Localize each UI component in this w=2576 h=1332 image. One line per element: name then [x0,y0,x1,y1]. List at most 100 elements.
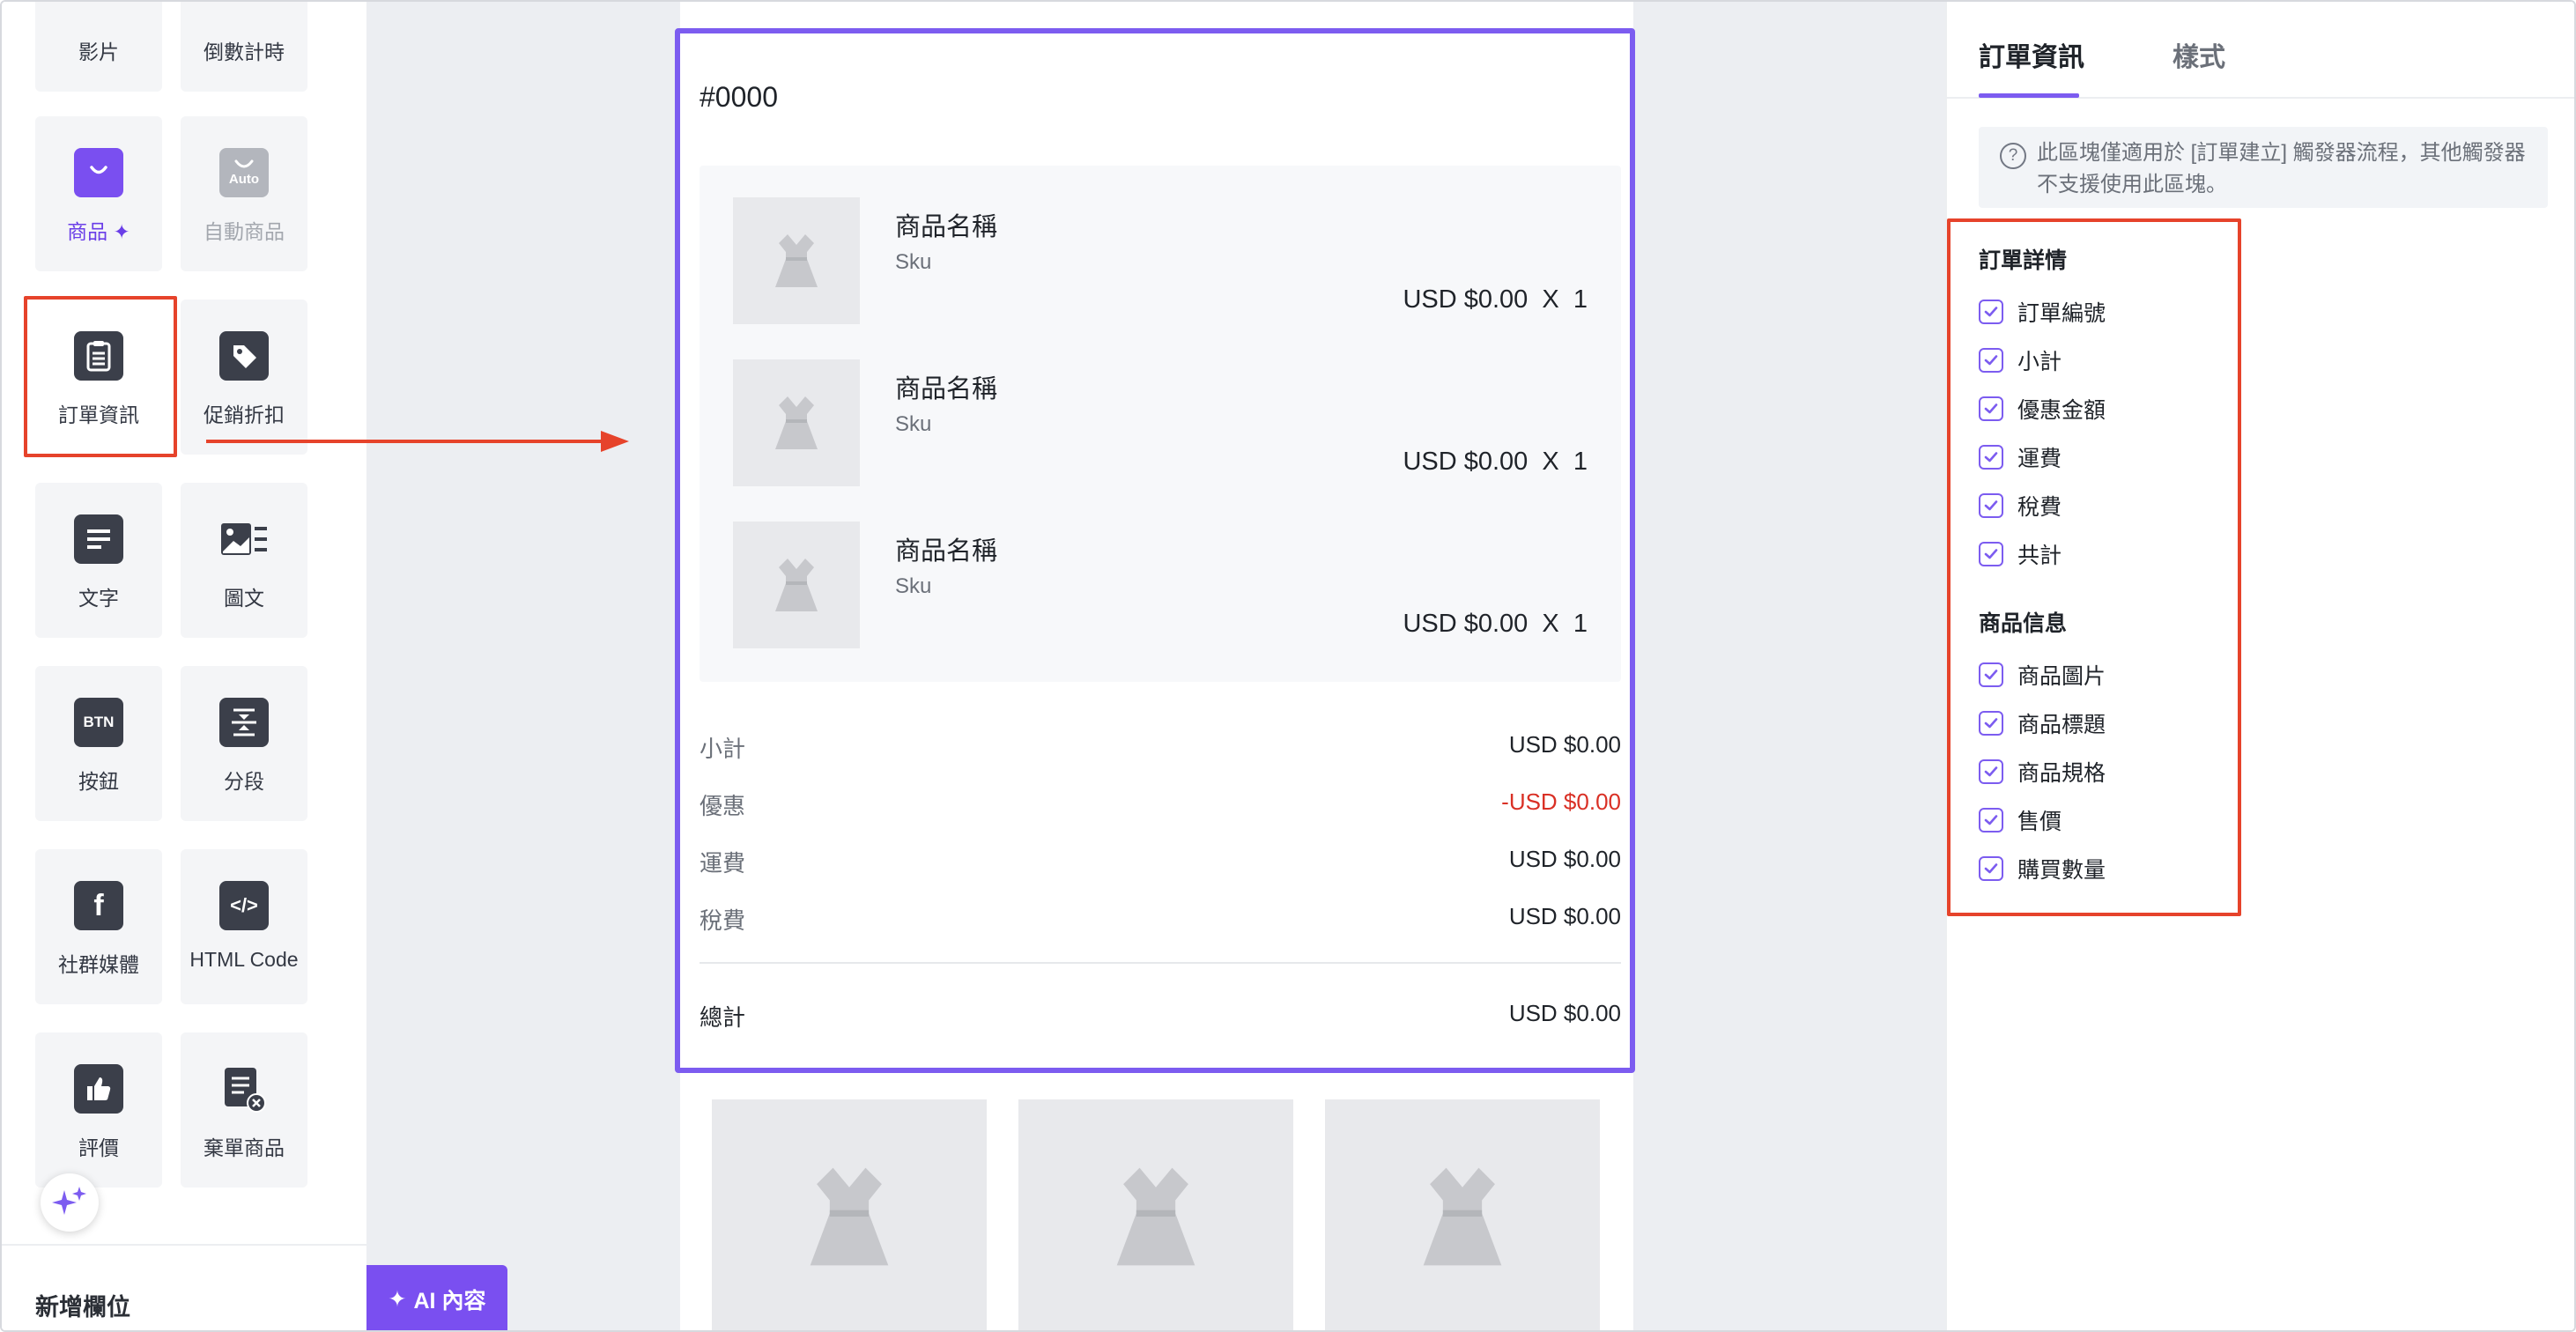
tile-button[interactable]: BTN 按鈕 [35,666,162,821]
auto-product-icon: Auto [219,148,269,197]
checkbox-checked[interactable] [1979,396,2003,421]
item-name: 商品名稱 [895,375,998,403]
option-shipping[interactable]: 運費 [1979,441,2062,473]
check-icon [1984,766,1998,777]
option-subtotal[interactable]: 小計 [1979,344,2062,376]
tile-label: 促銷折扣 [204,403,285,426]
highlight-box-order-info [24,296,177,457]
sparkle-icon [52,1187,86,1215]
summary-shipping: 運費 USD $0.00 [700,846,1621,881]
tile-label: 商品 ✦ [67,220,130,243]
tab-order-info[interactable]: 訂單資訊 [1979,35,2084,74]
checkbox-checked[interactable] [1979,445,2003,470]
tile-text[interactable]: 文字 [35,483,162,638]
check-icon [1984,815,1998,825]
dress-icon [1423,1167,1502,1266]
checkbox-checked[interactable] [1979,542,2003,566]
tile-social[interactable]: f 社群媒體 [35,849,162,1004]
option-sale-price[interactable]: 售價 [1979,804,2062,836]
tax-label: 稅費 [700,907,746,934]
check-icon [1984,403,1998,414]
item-sku: Sku [895,412,932,436]
dress-icon [775,559,818,611]
checkbox-checked[interactable] [1979,759,2003,784]
option-order-number[interactable]: 訂單編號 [1979,296,2106,328]
option-label: 購買數量 [2017,858,2106,883]
order-item: 商品名稱 Sku USD $0.00 X 1 [700,197,1621,359]
tile-video[interactable]: 影片 [35,2,162,92]
option-tax[interactable]: 稅費 [1979,490,2062,522]
tile-label: 圖文 [224,587,264,610]
option-quantity[interactable]: 購買數量 [1979,853,2106,884]
tile-countdown[interactable]: 倒數計時 [181,2,307,92]
summary-subtotal: 小計 USD $0.00 [700,731,1621,766]
block-palette: 影片 倒數計時 商品 ✦ Auto 自動商品 訂單資訊 促銷折扣 文字 圖文 B… [2,2,366,1330]
checkbox-checked[interactable] [1979,711,2003,736]
abandoned-list-icon [219,1064,269,1114]
tile-label: 分段 [224,770,264,793]
option-discount-amount[interactable]: 優惠金額 [1979,393,2106,425]
product-card [1325,1099,1600,1330]
check-icon [1984,670,1998,680]
tab-style[interactable]: 樣式 [2173,35,2225,74]
order-info-block[interactable]: #0000 商品名稱 Sku USD $0.00 X 1 商品名稱 Sku US… [675,28,1635,1073]
subtotal-value: USD $0.00 [1508,731,1621,758]
checkbox-checked[interactable] [1979,856,2003,881]
info-notice: ? 此區塊僅適用於 [訂單建立] 觸發器流程，其他觸發器不支援使用此區塊。 [1979,127,2548,208]
option-label: 商品規格 [2017,761,2106,786]
notice-text: 此區塊僅適用於 [訂單建立] 觸發器流程，其他觸發器不支援使用此區塊。 [2037,141,2526,196]
tile-abandoned-cart[interactable]: 棄單商品 [181,1032,307,1188]
option-label: 售價 [2017,810,2062,834]
option-label: 小計 [2017,350,2062,374]
option-product-image[interactable]: 商品圖片 [1979,659,2106,691]
item-sku: Sku [895,574,932,598]
discount-value: -USD $0.00 [1501,788,1621,815]
order-item: 商品名稱 Sku USD $0.00 X 1 [700,522,1621,684]
option-product-variant[interactable]: 商品規格 [1979,756,2106,788]
ai-assistant-button[interactable] [41,1173,99,1232]
product-card [712,1099,987,1330]
option-label: 商品圖片 [2017,664,2106,689]
item-price: USD $0.00 X 1 [1403,285,1588,314]
tile-image-text[interactable]: 圖文 [181,483,307,638]
tile-label: 棄單商品 [204,1136,285,1159]
tax-value: USD $0.00 [1508,903,1621,929]
tile-product[interactable]: 商品 ✦ [35,116,162,271]
thumbs-up-icon [74,1064,123,1114]
option-product-title[interactable]: 商品標題 [1979,707,2106,739]
tile-review[interactable]: 評價 [35,1032,162,1188]
tile-label: 文字 [78,587,119,610]
option-total[interactable]: 共計 [1979,538,2062,570]
checkbox-checked[interactable] [1979,493,2003,518]
tile-auto-product[interactable]: Auto 自動商品 [181,116,307,271]
tile-html-code[interactable]: </> HTML Code [181,849,307,1004]
ai-content-button[interactable]: ✦ AI 內容 [366,1265,507,1330]
option-label: 稅費 [2017,495,2062,520]
shipping-value: USD $0.00 [1508,846,1621,872]
dress-icon [810,1167,889,1266]
tile-label: 評價 [78,1136,119,1159]
subtotal-label: 小計 [700,736,746,762]
checkbox-checked[interactable] [1979,300,2003,324]
check-icon [1984,452,1998,462]
sparkle-icon: ✦ [113,220,130,243]
check-icon [1984,863,1998,874]
code-icon: </> [219,881,269,930]
checkbox-checked[interactable] [1979,348,2003,373]
summary-discount: 優惠 -USD $0.00 [700,788,1621,824]
check-icon [1984,500,1998,511]
dress-icon [1116,1167,1195,1266]
checkbox-checked[interactable] [1979,808,2003,832]
item-name: 商品名稱 [895,537,998,566]
product-image [733,359,860,486]
product-image [733,522,860,648]
checkbox-checked[interactable] [1979,662,2003,687]
total-value: USD $0.00 [1508,1000,1621,1026]
option-label: 商品標題 [2017,713,2106,737]
facebook-icon: f [74,881,123,930]
tile-label: 社群媒體 [58,953,139,976]
item-sku: Sku [895,250,932,274]
tile-divider[interactable]: 分段 [181,666,307,821]
discount-label: 優惠 [700,793,746,819]
tile-label: 按鈕 [78,770,119,793]
